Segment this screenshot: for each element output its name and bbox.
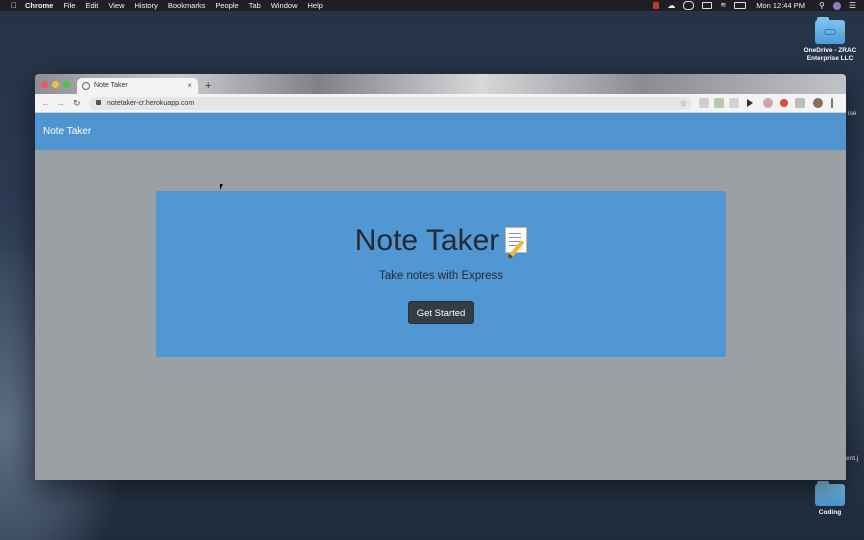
reload-icon[interactable]: ↻ bbox=[73, 94, 81, 113]
address-bar[interactable]: notetaker-cr.herokuapp.com ☆ bbox=[89, 97, 692, 110]
forward-arrow-icon[interactable]: → bbox=[56, 94, 65, 113]
menu-app-name[interactable]: Chrome bbox=[25, 0, 53, 11]
title-bar: Note Taker × + bbox=[35, 74, 846, 94]
onedrive-label-line1: OneDrive - ZRAC bbox=[803, 47, 857, 54]
onedrive-label-line2: Enterprise LLC bbox=[806, 55, 854, 62]
menu-kebab-icon[interactable] bbox=[831, 98, 833, 108]
desktop-onedrive-folder[interactable]: OneDrive - ZRAC Enterprise LLC bbox=[798, 17, 862, 63]
desktop-coding-folder[interactable]: Coding bbox=[798, 481, 862, 517]
minimize-window-icon[interactable] bbox=[52, 81, 59, 88]
url-text[interactable]: notetaker-cr.herokuapp.com bbox=[107, 97, 194, 110]
apple-icon[interactable]:  bbox=[11, 1, 19, 10]
desktop-edge-label-1: ise bbox=[848, 110, 857, 117]
menu-people[interactable]: People bbox=[215, 0, 238, 11]
browser-window: Note Taker × + ← → ↻ notetaker-cr.heroku… bbox=[35, 74, 846, 480]
folder-icon bbox=[815, 481, 845, 506]
battery-icon[interactable] bbox=[734, 2, 747, 9]
status-icons: ☁ ≋ Mon 12:44 PM ⚲ ☰ bbox=[645, 0, 864, 11]
page-body: Note Taker Take notes with Express Get S… bbox=[35, 150, 846, 480]
navbar-brand[interactable]: Note Taker bbox=[43, 113, 91, 150]
notification-center-icon[interactable]: ☰ bbox=[849, 0, 856, 11]
tab-close-icon[interactable]: × bbox=[187, 78, 192, 94]
close-window-icon[interactable] bbox=[41, 81, 48, 88]
record-icon[interactable] bbox=[653, 2, 660, 9]
extension-icon-3[interactable] bbox=[729, 98, 739, 108]
mouse-cursor-icon bbox=[220, 184, 223, 190]
folder-icon bbox=[815, 17, 845, 44]
hero-title: Note Taker bbox=[354, 224, 500, 257]
cursor-extension-icon[interactable] bbox=[747, 99, 753, 107]
extension-icon-5[interactable] bbox=[763, 98, 773, 108]
user-avatar-icon[interactable] bbox=[832, 1, 841, 10]
extension-icon-7[interactable] bbox=[795, 98, 805, 108]
hero-title-row: Note Taker bbox=[156, 221, 726, 261]
profile-avatar-icon[interactable] bbox=[813, 98, 823, 108]
cloud-icon[interactable]: ☁ bbox=[667, 0, 675, 11]
get-started-button[interactable]: Get Started bbox=[408, 301, 474, 324]
tab-title: Note Taker bbox=[94, 82, 128, 89]
hero-subtitle: Take notes with Express bbox=[378, 270, 503, 282]
spotlight-icon[interactable]: ⚲ bbox=[819, 0, 825, 11]
menu-clock[interactable]: Mon 12:44 PM bbox=[756, 0, 805, 11]
menu-file[interactable]: File bbox=[63, 0, 75, 11]
browser-toolbar: ← → ↻ notetaker-cr.herokuapp.com ☆ bbox=[35, 94, 846, 113]
airplay-icon[interactable] bbox=[702, 2, 713, 9]
wifi-icon[interactable]: ≋ bbox=[720, 0, 726, 11]
memo-icon bbox=[505, 227, 528, 253]
browser-tab[interactable]: Note Taker × bbox=[77, 78, 198, 94]
bookmark-star-icon[interactable]: ☆ bbox=[680, 97, 687, 110]
extension-icon-2[interactable] bbox=[714, 98, 724, 108]
menu-edit[interactable]: Edit bbox=[85, 0, 98, 11]
extension-icon-1[interactable] bbox=[699, 98, 709, 108]
creative-cloud-icon[interactable] bbox=[683, 1, 695, 10]
menu-bar:  Chrome File Edit View History Bookmark… bbox=[0, 0, 864, 11]
extension-icon-6[interactable] bbox=[780, 99, 788, 107]
hero-jumbotron: Note Taker Take notes with Express Get S… bbox=[156, 191, 726, 357]
new-tab-button[interactable]: + bbox=[205, 78, 211, 94]
menu-help[interactable]: Help bbox=[308, 0, 323, 11]
back-arrow-icon[interactable]: ← bbox=[41, 94, 50, 113]
menu-window[interactable]: Window bbox=[271, 0, 298, 11]
menu-history[interactable]: History bbox=[135, 0, 158, 11]
coding-label: Coding bbox=[818, 509, 842, 516]
zoom-window-icon[interactable] bbox=[63, 81, 70, 88]
menu-view[interactable]: View bbox=[108, 0, 124, 11]
window-controls bbox=[41, 81, 74, 88]
globe-icon bbox=[82, 82, 90, 90]
app-navbar: Note Taker bbox=[35, 113, 846, 150]
menu-bookmarks[interactable]: Bookmarks bbox=[168, 0, 206, 11]
desktop-edge-label-2: ent.j bbox=[846, 455, 859, 462]
lock-icon bbox=[96, 100, 101, 105]
menu-tab[interactable]: Tab bbox=[249, 0, 261, 11]
